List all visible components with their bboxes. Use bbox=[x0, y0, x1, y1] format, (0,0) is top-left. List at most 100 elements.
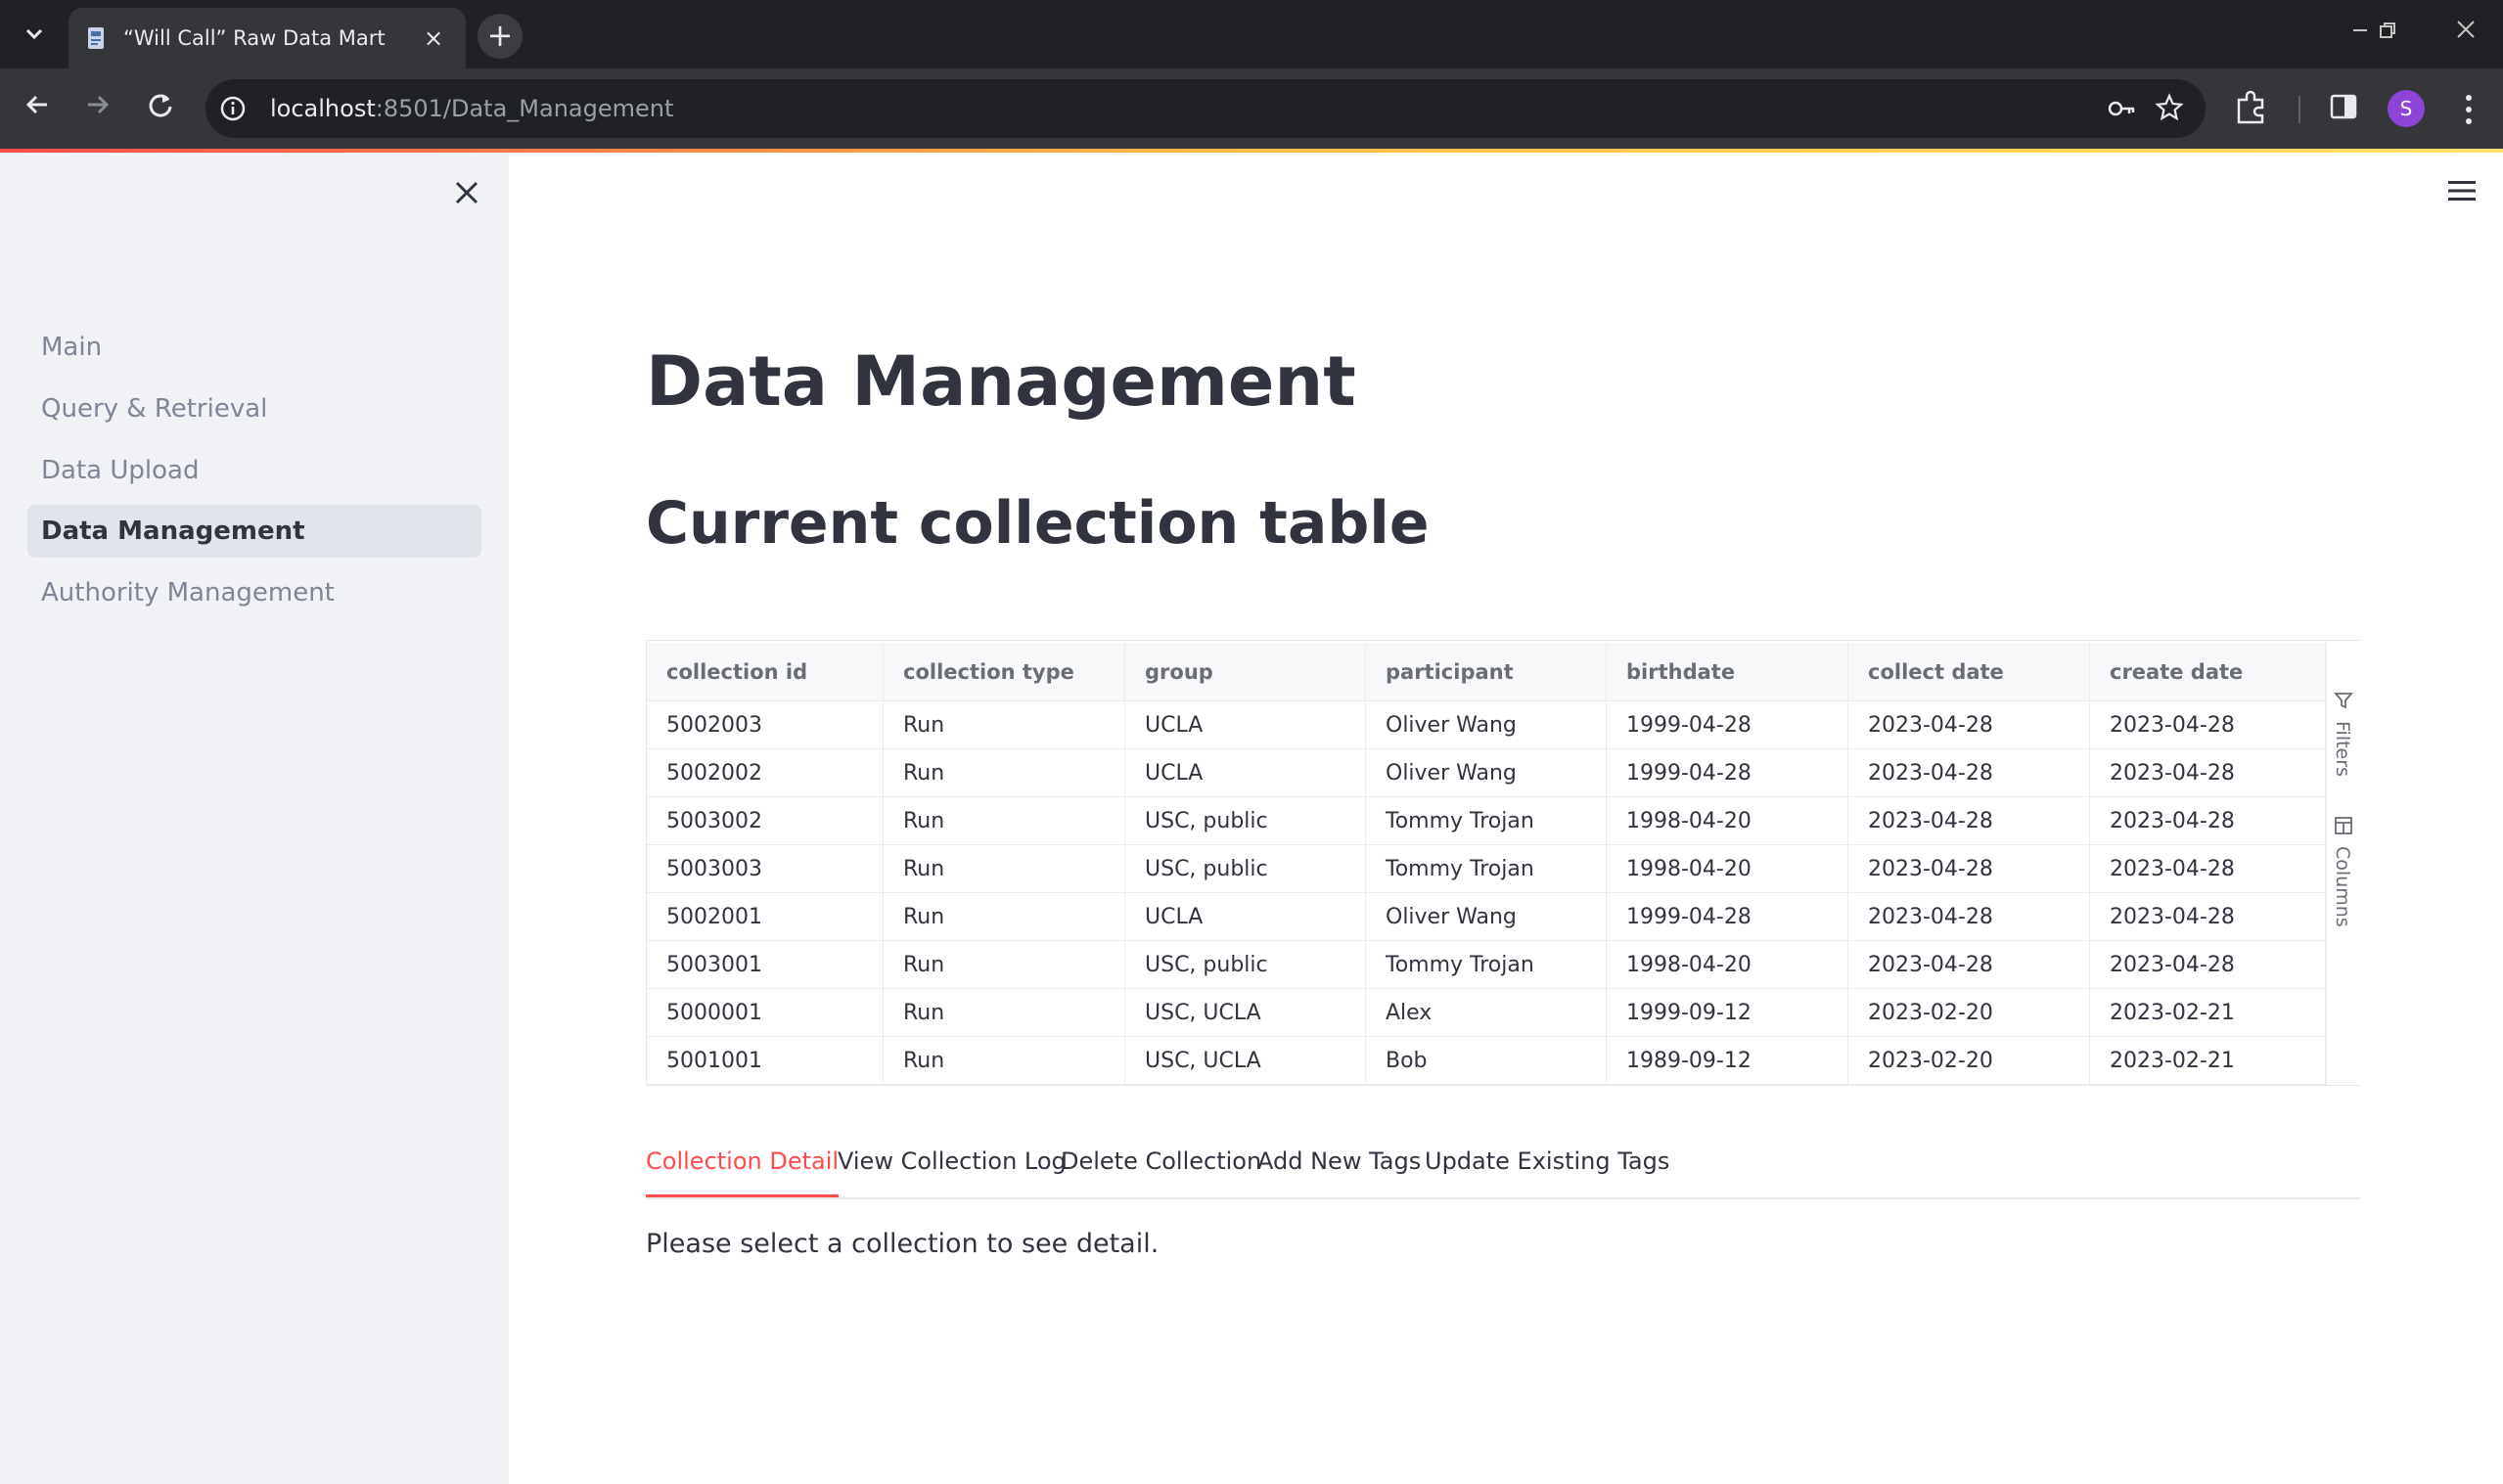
column-header-participant[interactable]: participant bbox=[1366, 643, 1607, 700]
cell-birthdate[interactable]: 1999-04-28 bbox=[1607, 749, 1848, 796]
side-panel-icon[interactable] bbox=[2329, 92, 2358, 121]
cell-collect-date[interactable]: 2023-02-20 bbox=[1848, 989, 2090, 1036]
tab-add-new-tags[interactable]: Add New Tags bbox=[1257, 1141, 1421, 1197]
column-header-birthdate[interactable]: birthdate bbox=[1607, 643, 1848, 700]
cell-collection-id[interactable]: 5002001 bbox=[647, 893, 884, 940]
cell-collection-id[interactable]: 5001001 bbox=[647, 1037, 884, 1084]
sidebar-close-icon[interactable] bbox=[448, 176, 485, 213]
table-row[interactable]: 5003002 Run USC, public Tommy Trojan 1998-04… bbox=[647, 797, 2326, 845]
tab-search-chevron-icon[interactable] bbox=[18, 18, 51, 51]
cell-participant[interactable]: Oliver Wang bbox=[1366, 749, 1607, 796]
cell-birthdate[interactable]: 1989-09-12 bbox=[1607, 1037, 1848, 1084]
cell-collect-date[interactable]: 2023-04-28 bbox=[1848, 701, 2090, 748]
address-bar[interactable]: localhost:8501/Data_Management bbox=[205, 79, 2206, 138]
table-row[interactable]: 5002001 Run UCLA Oliver Wang 1999-04-28 2023-… bbox=[647, 893, 2326, 941]
sidebar-item-data-upload[interactable]: Data Upload bbox=[27, 444, 481, 497]
cell-group[interactable]: UCLA bbox=[1125, 749, 1366, 796]
cell-collection-type[interactable]: Run bbox=[884, 845, 1125, 892]
column-header-collect-date[interactable]: collect date bbox=[1848, 643, 2090, 700]
cell-participant[interactable]: Tommy Trojan bbox=[1366, 797, 1607, 844]
cell-collection-id[interactable]: 5003003 bbox=[647, 845, 884, 892]
column-header-create-date[interactable]: create date bbox=[2090, 643, 2326, 700]
column-header-group[interactable]: group bbox=[1125, 643, 1366, 700]
extensions-puzzle-icon[interactable] bbox=[2235, 90, 2268, 125]
cell-collection-type[interactable]: Run bbox=[884, 989, 1125, 1036]
cell-group[interactable]: UCLA bbox=[1125, 893, 1366, 940]
tab-update-existing-tags[interactable]: Update Existing Tags bbox=[1425, 1141, 1669, 1197]
cell-participant[interactable]: Oliver Wang bbox=[1366, 893, 1607, 940]
tab-close-icon[interactable]: × bbox=[419, 23, 448, 53]
cell-participant[interactable]: Bob bbox=[1366, 1037, 1607, 1084]
cell-create-date[interactable]: 2023-04-28 bbox=[2090, 749, 2326, 796]
cell-collection-type[interactable]: Run bbox=[884, 701, 1125, 748]
browser-tab[interactable]: “Will Call” Raw Data Mart × bbox=[68, 8, 466, 68]
cell-participant[interactable]: Alex bbox=[1366, 989, 1607, 1036]
cell-collection-type[interactable]: Run bbox=[884, 1037, 1125, 1084]
cell-collection-type[interactable]: Run bbox=[884, 749, 1125, 796]
table-row[interactable]: 5002002 Run UCLA Oliver Wang 1999-04-28 2023-… bbox=[647, 749, 2326, 797]
back-arrow-icon[interactable] bbox=[16, 88, 59, 131]
cell-participant[interactable]: Tommy Trojan bbox=[1366, 845, 1607, 892]
column-header-collection-type[interactable]: collection type bbox=[884, 643, 1125, 700]
columns-toggle[interactable]: Columns bbox=[2331, 815, 2356, 932]
cell-collection-id[interactable]: 5002003 bbox=[647, 701, 884, 748]
cell-create-date[interactable]: 2023-04-28 bbox=[2090, 893, 2326, 940]
cell-birthdate[interactable]: 1999-09-12 bbox=[1607, 989, 1848, 1036]
filters-toggle[interactable]: Filters bbox=[2331, 690, 2356, 807]
cell-create-date[interactable]: 2023-02-21 bbox=[2090, 1037, 2326, 1084]
cell-collect-date[interactable]: 2023-04-28 bbox=[1848, 749, 2090, 796]
cell-birthdate[interactable]: 1998-04-20 bbox=[1607, 941, 1848, 988]
cell-create-date[interactable]: 2023-04-28 bbox=[2090, 797, 2326, 844]
cell-collection-type[interactable]: Run bbox=[884, 797, 1125, 844]
restore-icon[interactable] bbox=[2368, 16, 2407, 55]
window-close-icon[interactable] bbox=[2446, 16, 2485, 55]
cell-group[interactable]: USC, public bbox=[1125, 941, 1366, 988]
cell-collection-type[interactable]: Run bbox=[884, 941, 1125, 988]
cell-collect-date[interactable]: 2023-04-28 bbox=[1848, 941, 2090, 988]
cell-collect-date[interactable]: 2023-04-28 bbox=[1848, 845, 2090, 892]
cell-collection-id[interactable]: 5000001 bbox=[647, 989, 884, 1036]
forward-arrow-icon[interactable] bbox=[76, 88, 119, 131]
cell-group[interactable]: UCLA bbox=[1125, 701, 1366, 748]
tab-view-collection-log[interactable]: View Collection Log bbox=[838, 1141, 1067, 1197]
cell-group[interactable]: USC, UCLA bbox=[1125, 1037, 1366, 1084]
reload-icon[interactable] bbox=[139, 88, 182, 131]
sidebar-item-data-management[interactable]: Data Management bbox=[27, 505, 481, 558]
cell-birthdate[interactable]: 1999-04-28 bbox=[1607, 893, 1848, 940]
cell-birthdate[interactable]: 1999-04-28 bbox=[1607, 701, 1848, 748]
cell-collection-id[interactable]: 5003002 bbox=[647, 797, 884, 844]
cell-participant[interactable]: Tommy Trojan bbox=[1366, 941, 1607, 988]
profile-avatar[interactable]: S bbox=[2388, 90, 2425, 127]
table-row[interactable]: 5002003 Run UCLA Oliver Wang 1999-04-28 2023-… bbox=[647, 701, 2326, 749]
cell-collection-id[interactable]: 5002002 bbox=[647, 749, 884, 796]
cell-create-date[interactable]: 2023-04-28 bbox=[2090, 845, 2326, 892]
cell-collect-date[interactable]: 2023-04-28 bbox=[1848, 797, 2090, 844]
cell-participant[interactable]: Oliver Wang bbox=[1366, 701, 1607, 748]
app-menu-hamburger-icon[interactable] bbox=[2446, 178, 2478, 203]
cell-birthdate[interactable]: 1998-04-20 bbox=[1607, 845, 1848, 892]
column-header-collection-id[interactable]: collection id bbox=[647, 643, 884, 700]
cell-group[interactable]: USC, UCLA bbox=[1125, 989, 1366, 1036]
cell-group[interactable]: USC, public bbox=[1125, 797, 1366, 844]
cell-group[interactable]: USC, public bbox=[1125, 845, 1366, 892]
table-row[interactable]: 5003003 Run USC, public Tommy Trojan 1998-04… bbox=[647, 845, 2326, 893]
cell-collect-date[interactable]: 2023-02-20 bbox=[1848, 1037, 2090, 1084]
cell-create-date[interactable]: 2023-04-28 bbox=[2090, 701, 2326, 748]
tab-delete-collection[interactable]: Delete Collection bbox=[1061, 1141, 1261, 1197]
new-tab-plus-icon[interactable]: + bbox=[478, 14, 523, 59]
table-row[interactable]: 5001001 Run USC, UCLA Bob 1989-09-12 2023-02-… bbox=[647, 1037, 2326, 1085]
cell-collection-type[interactable]: Run bbox=[884, 893, 1125, 940]
table-row[interactable]: 5003001 Run USC, public Tommy Trojan 1998-04… bbox=[647, 941, 2326, 989]
cell-create-date[interactable]: 2023-02-21 bbox=[2090, 989, 2326, 1036]
browser-menu-icon[interactable] bbox=[2454, 88, 2483, 131]
table-row[interactable]: 5000001 Run USC, UCLA Alex 1999-09-12 2023-02… bbox=[647, 989, 2326, 1037]
cell-collection-id[interactable]: 5003001 bbox=[647, 941, 884, 988]
cell-create-date[interactable]: 2023-04-28 bbox=[2090, 941, 2326, 988]
sidebar-item-authority-management[interactable]: Authority Management bbox=[27, 566, 481, 619]
password-key-icon[interactable] bbox=[2106, 95, 2137, 122]
cell-collect-date[interactable]: 2023-04-28 bbox=[1848, 893, 2090, 940]
site-info-icon[interactable] bbox=[219, 95, 247, 122]
tab-collection-detail[interactable]: Collection Detail bbox=[646, 1141, 840, 1197]
cell-birthdate[interactable]: 1998-04-20 bbox=[1607, 797, 1848, 844]
sidebar-item-main[interactable]: Main bbox=[27, 321, 481, 374]
